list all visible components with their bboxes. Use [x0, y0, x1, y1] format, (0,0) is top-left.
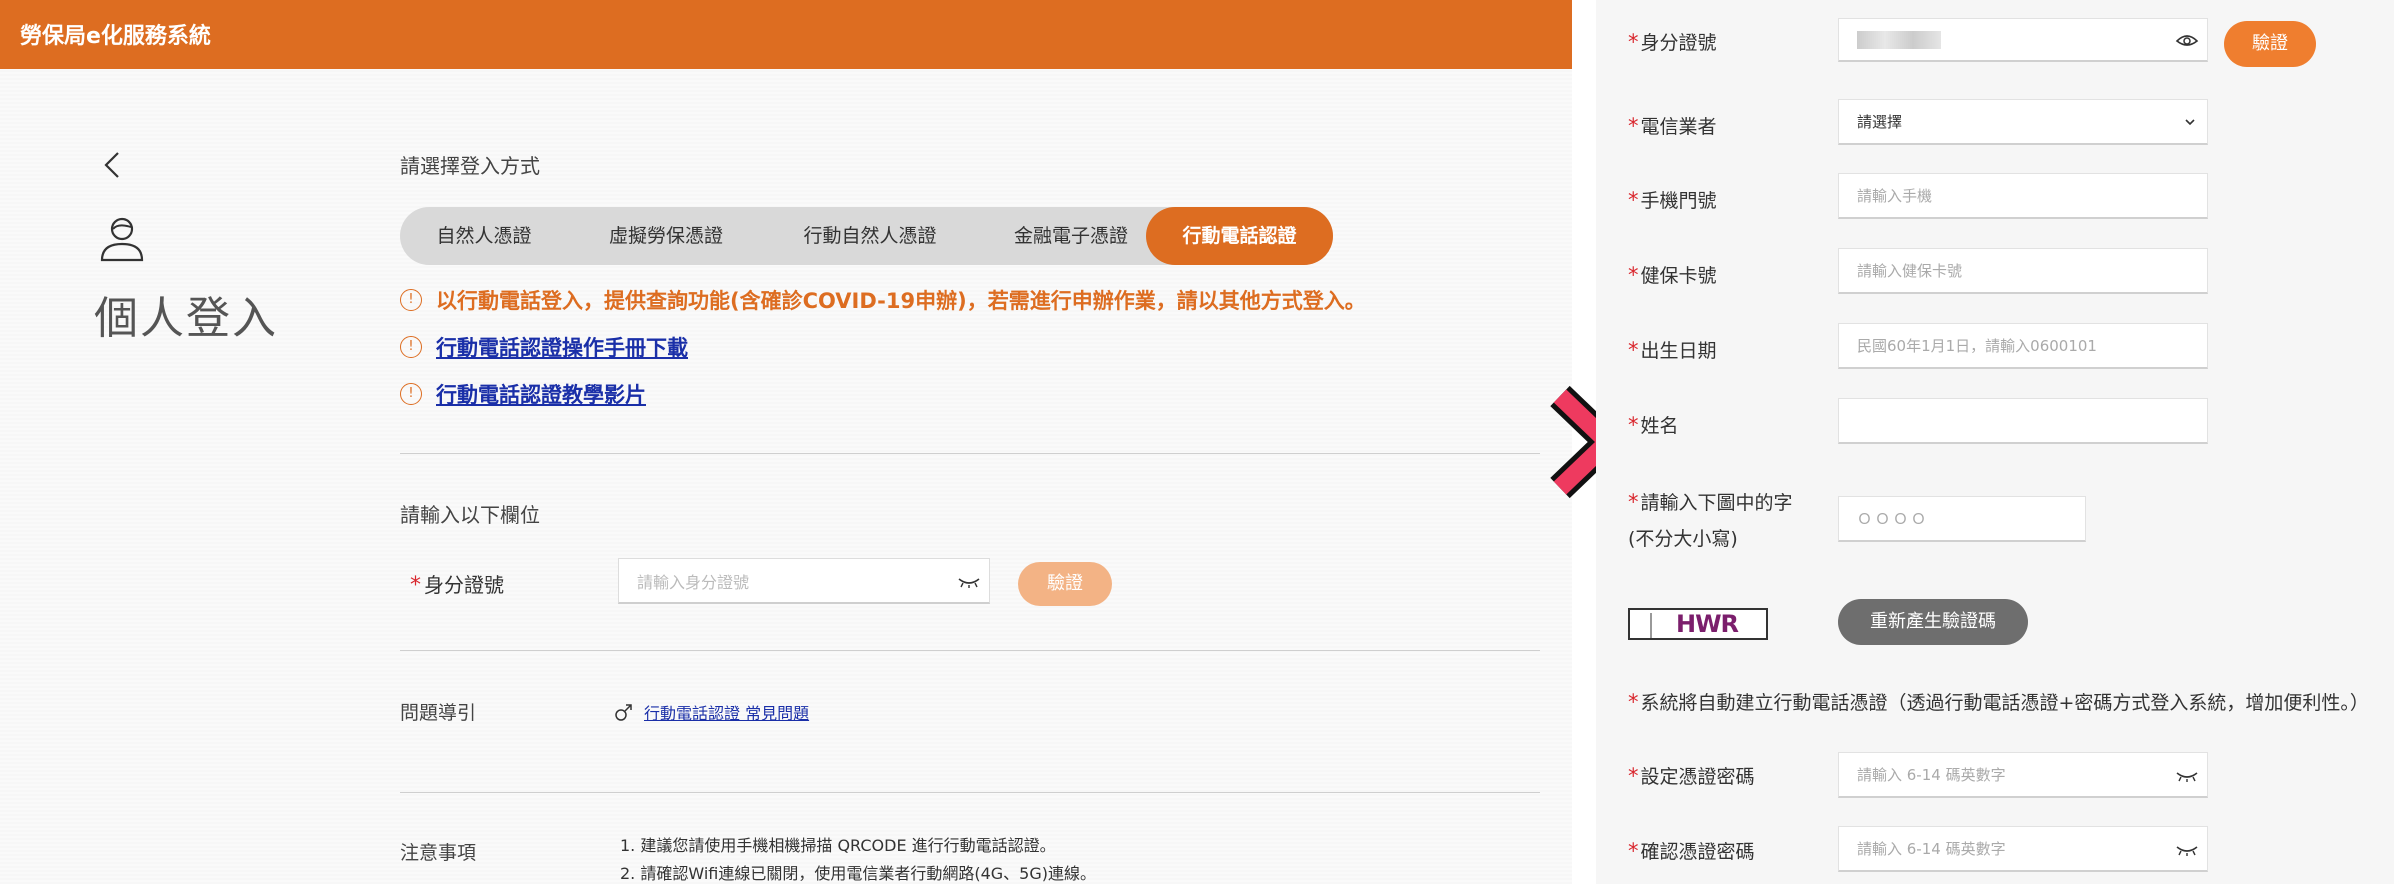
captcha-placeholder: ＯＯＯＯ: [1857, 510, 1930, 528]
login-tabs: 自然人憑證 虛擬勞保憑證 行動自然人憑證 金融電子憑證 行動電話認證: [400, 207, 1333, 265]
tab-financial-cert[interactable]: 金融電子憑證: [976, 207, 1166, 265]
phone-placeholder: 請輸入手機: [1857, 187, 1933, 205]
top-bar: 勞保局e化服務系統: [0, 0, 1572, 69]
notice-video: ! 行動電話認證教學影片: [400, 379, 646, 409]
required-star: *: [1628, 263, 1639, 287]
captcha-text: HWR: [1676, 610, 1739, 638]
masked-value: [1857, 30, 1941, 49]
nhi-card-label: * 健保卡號: [1628, 261, 1717, 288]
notes-list: 1. 建議您請使用手機相機掃描 QRCODE 進行行動電話認證。 2. 請確認W…: [620, 832, 1096, 884]
birth-date-placeholder: 民國60年1月1日，請輸入0600101: [1857, 337, 2097, 355]
page-title: 個人登入: [94, 293, 278, 344]
required-star: *: [1628, 413, 1639, 437]
eye-closed-icon[interactable]: [2175, 767, 2199, 783]
chevron-down-icon: [2185, 119, 2195, 126]
notice-warning: ! 以行動電話登入，提供查詢功能(含確診COVID-19申辦)，若需進行申辦作業…: [400, 285, 1366, 315]
phone-input[interactable]: 請輸入手機: [1838, 173, 2208, 219]
warning-text: 以行動電話登入，提供查詢功能(含確診COVID-19申辦)，若需進行申辦作業，請…: [436, 289, 1366, 313]
captcha-input[interactable]: ＯＯＯＯ: [1838, 496, 2086, 542]
auto-create-note: * 系統將自動建立行動電話憑證（透過行動電話憑證+密碼方式登入系統，增加便利性。）: [1628, 688, 2369, 715]
nhi-card-input[interactable]: 請輸入健保卡號: [1838, 248, 2208, 294]
verify-button[interactable]: 驗證: [2224, 21, 2316, 67]
tab-citizen-cert[interactable]: 自然人憑證: [400, 207, 568, 265]
birth-date-label-text: 出生日期: [1640, 340, 1717, 362]
faq-row: 行動電話認證 常見問題: [614, 700, 809, 724]
faq-link[interactable]: 行動電話認證 常見問題: [644, 700, 809, 724]
fields-section-label: 請輸入以下欄位: [400, 503, 540, 527]
divider: [400, 650, 1540, 651]
captcha-label-line2: (不分大小寫): [1628, 528, 1738, 550]
required-star: *: [1628, 114, 1639, 138]
carrier-selected-value: 請選擇: [1857, 113, 1903, 131]
required-star: *: [1628, 764, 1639, 788]
nhi-card-placeholder: 請輸入健保卡號: [1857, 262, 1963, 280]
required-star: *: [1628, 490, 1639, 514]
faq-label: 問題導引: [400, 702, 477, 724]
alert-icon: !: [400, 383, 422, 405]
gender-link-icon: [615, 704, 632, 721]
divider: [400, 453, 1540, 454]
name-label: * 姓名: [1628, 411, 1679, 438]
name-label-text: 姓名: [1640, 415, 1679, 437]
id-number-input-filled[interactable]: [1838, 18, 2208, 62]
id-number-label-text: 身分證號: [424, 573, 504, 597]
required-star: *: [1628, 30, 1639, 54]
regenerate-captcha-button[interactable]: 重新產生驗證碼: [1838, 599, 2028, 645]
required-star: *: [1628, 188, 1639, 212]
eye-closed-icon[interactable]: [957, 573, 981, 589]
alert-icon: !: [400, 289, 422, 311]
notice-manual: ! 行動電話認證操作手冊下載: [400, 332, 688, 362]
note-item: 2. 請確認Wifi連線已關閉，使用電信業者行動網路(4G、5G)連線。: [620, 864, 1096, 883]
captcha-image: HWR: [1628, 608, 1768, 640]
captcha-label-line1: 請輸入下圖中的字: [1640, 492, 1793, 514]
set-password-input[interactable]: 請輸入 6-14 碼英數字: [1838, 752, 2208, 798]
required-star: *: [1628, 690, 1639, 714]
required-star: *: [410, 573, 421, 598]
set-password-label: * 設定憑證密碼: [1628, 762, 1755, 789]
eye-closed-icon[interactable]: [2175, 841, 2199, 857]
app-title: 勞保局e化服務系統: [20, 24, 211, 49]
id-number-placeholder: 請輸入身分證號: [637, 572, 750, 592]
back-arrow-icon[interactable]: [98, 148, 128, 182]
auto-create-note-text: 系統將自動建立行動電話憑證（透過行動電話憑證+密碼方式登入系統，增加便利性。）: [1640, 692, 2369, 714]
birth-date-input[interactable]: 民國60年1月1日，請輸入0600101: [1838, 323, 2208, 369]
notes-label: 注意事項: [400, 842, 477, 864]
right-screen: * 身分證號 驗證 * 電信業者 請選擇 * 手機門號 請輸入手機 * 健保卡號 請輸入…: [1596, 0, 2394, 884]
tab-mobile-phone-auth[interactable]: 行動電話認證: [1146, 207, 1333, 265]
note-item: 1. 建議您請使用手機相機掃描 QRCODE 進行行動電話認證。: [620, 836, 1056, 855]
tutorial-video-link[interactable]: 行動電話認證教學影片: [436, 379, 646, 409]
phone-label: * 手機門號: [1628, 186, 1717, 213]
verify-button-disabled[interactable]: 驗證: [1018, 562, 1112, 606]
nhi-card-label-text: 健保卡號: [1640, 265, 1717, 287]
set-password-label-text: 設定憑證密碼: [1640, 766, 1755, 788]
phone-label-text: 手機門號: [1640, 190, 1717, 212]
set-password-placeholder: 請輸入 6-14 碼英數字: [1857, 766, 2006, 784]
id-number-label: * 身分證號: [1628, 28, 1717, 55]
carrier-label-text: 電信業者: [1640, 116, 1717, 138]
confirm-password-input[interactable]: 請輸入 6-14 碼英數字: [1838, 826, 2208, 872]
birth-date-label: * 出生日期: [1628, 336, 1717, 363]
confirm-password-label-text: 確認憑證密碼: [1640, 841, 1755, 863]
carrier-select[interactable]: 請選擇: [1838, 99, 2208, 145]
manual-download-link[interactable]: 行動電話認證操作手冊下載: [436, 332, 688, 362]
eye-open-icon[interactable]: [2175, 32, 2199, 48]
name-input[interactable]: [1838, 398, 2208, 444]
captcha-label: * 請輸入下圖中的字 (不分大小寫): [1628, 484, 1793, 557]
confirm-password-label: * 確認憑證密碼: [1628, 837, 1755, 864]
alert-icon: !: [400, 336, 422, 358]
divider: [400, 792, 1540, 793]
required-star: *: [1628, 338, 1639, 362]
id-number-input[interactable]: 請輸入身分證號: [618, 558, 990, 604]
left-screen: 勞保局e化服務系統 個人登入 請選擇登入方式 自然人憑證 虛擬勞保憑證 行動自然…: [0, 0, 1572, 884]
choose-login-label: 請選擇登入方式: [400, 154, 540, 178]
tab-mobile-citizen-cert[interactable]: 行動自然人憑證: [764, 207, 976, 265]
carrier-label: * 電信業者: [1628, 112, 1717, 139]
user-icon: [100, 217, 144, 262]
id-number-label: * 身分證號: [410, 569, 504, 598]
confirm-password-placeholder: 請輸入 6-14 碼英數字: [1857, 840, 2006, 858]
required-star: *: [1628, 839, 1639, 863]
id-number-label-text: 身分證號: [1640, 32, 1717, 54]
tab-virtual-cert[interactable]: 虛擬勞保憑證: [568, 207, 764, 265]
